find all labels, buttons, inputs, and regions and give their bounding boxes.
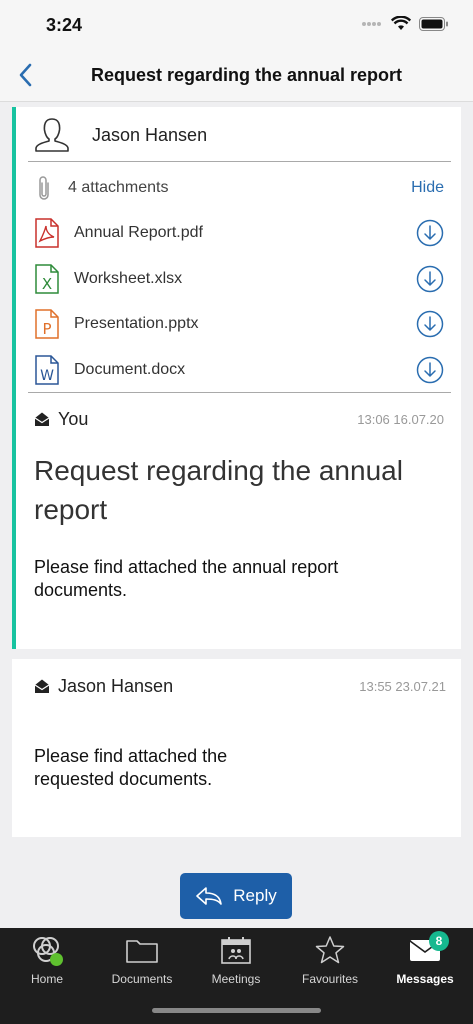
page-title: Request regarding the annual report <box>90 65 403 85</box>
folder-icon <box>124 934 160 966</box>
message-body: Please find attached the requested docum… <box>34 746 228 789</box>
message-header: Jason Hansen 13:55 23.07.21 <box>34 674 446 698</box>
attachment-row[interactable]: Annual Report.pdf <box>34 216 444 250</box>
excel-file-icon: X <box>35 264 59 294</box>
tab-label: Messages <box>396 972 454 986</box>
attachment-name: Presentation.pptx <box>74 315 199 332</box>
status-bar: 3:24 <box>0 0 473 50</box>
attachment-row[interactable]: P Presentation.pptx <box>34 307 444 341</box>
divider <box>28 161 451 162</box>
pdf-file-icon <box>35 218 59 248</box>
contact-name: Jason Hansen <box>92 124 208 145</box>
message-timestamp: 13:06 16.07.20 <box>357 411 444 427</box>
tab-label: Documents <box>111 972 173 986</box>
attachments-count: 4 attachments <box>68 179 169 196</box>
powerpoint-file-icon: P <box>35 309 59 339</box>
reply-button[interactable]: Reply <box>180 873 292 919</box>
tab-label: Home <box>30 972 63 986</box>
tab-messages[interactable]: 8 Messages <box>378 931 472 992</box>
divider <box>28 392 451 393</box>
open-envelope-icon <box>34 412 50 426</box>
battery-icon <box>419 16 448 31</box>
download-icon[interactable] <box>416 265 444 293</box>
tab-label: Meetings <box>211 972 261 986</box>
message-sender: Jason Hansen <box>58 675 174 696</box>
message-card-second: Jason Hansen 13:55 23.07.21 Please find … <box>12 659 461 837</box>
paperclip-icon <box>39 176 49 200</box>
message-card-first: Jason Hansen 4 attachments Hide Annual R… <box>12 107 461 649</box>
reply-arrow-icon <box>196 887 223 905</box>
svg-text:X: X <box>42 275 52 293</box>
message-header: You 13:06 16.07.20 <box>34 407 444 431</box>
tab-home[interactable]: Home <box>0 934 94 992</box>
attachment-name: Document.docx <box>74 361 186 378</box>
star-icon <box>312 934 348 966</box>
attachment-name: Worksheet.xlsx <box>74 270 183 287</box>
tab-favourites[interactable]: Favourites <box>283 934 377 992</box>
message-subject: Request regarding the annual report <box>34 455 403 525</box>
download-icon[interactable] <box>416 356 444 384</box>
status-icons <box>361 16 449 31</box>
signal-dots-icon <box>362 21 381 26</box>
status-time: 3:24 <box>46 15 83 35</box>
message-sender: You <box>58 408 89 429</box>
envelope-icon: 8 <box>407 931 449 966</box>
download-icon[interactable] <box>416 310 444 338</box>
hide-attachments-link[interactable]: Hide <box>411 179 444 197</box>
calendar-icon <box>218 934 254 966</box>
status-dot <box>50 953 63 966</box>
contact-row[interactable]: Jason Hansen <box>32 115 207 155</box>
home-indicator <box>152 1008 321 1013</box>
open-envelope-icon <box>34 679 50 693</box>
tab-meetings[interactable]: Meetings <box>189 934 283 992</box>
nav-bar: Request regarding the annual report <box>0 50 473 102</box>
tab-label: Favourites <box>301 972 359 986</box>
attachment-name: Annual Report.pdf <box>74 224 203 241</box>
tab-documents[interactable]: Documents <box>95 934 189 992</box>
svg-text:P: P <box>42 320 51 338</box>
word-file-icon: W <box>35 355 59 385</box>
attachments-header: 4 attachments Hide <box>36 175 444 201</box>
message-body: Please find attached the annual report d… <box>34 557 339 600</box>
attachment-row[interactable]: X Worksheet.xlsx <box>34 262 444 296</box>
unread-badge: 8 <box>429 931 449 951</box>
person-icon <box>35 118 69 152</box>
svg-text:W: W <box>40 368 54 384</box>
wifi-icon <box>391 16 411 30</box>
attachment-row[interactable]: W Document.docx <box>34 353 444 387</box>
home-logo-icon <box>29 934 65 966</box>
download-icon[interactable] <box>416 219 444 247</box>
message-timestamp: 13:55 23.07.21 <box>359 678 446 694</box>
reply-label: Reply <box>233 886 277 905</box>
